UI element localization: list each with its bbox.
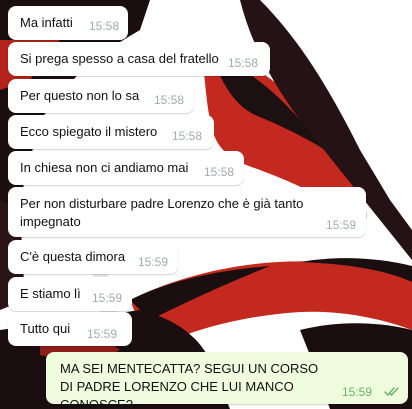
message-bubble[interactable]: Per non disturbare padre Lorenzo che è g… xyxy=(8,187,366,237)
message-list: Ma infatti 15:58 Si prega spesso a casa … xyxy=(0,0,412,409)
message-time: 15:59 xyxy=(342,385,373,399)
message-bubble[interactable]: Ma infatti 15:58 xyxy=(8,6,128,40)
message-time: 15:59 xyxy=(138,255,169,269)
message-text: C'è questa dimora xyxy=(20,249,126,264)
message-bubble[interactable]: Ecco spiegato il mistero 15:58 xyxy=(8,115,214,149)
double-check-icon xyxy=(384,387,399,396)
message-bubble[interactable]: C'è questa dimora 15:59 xyxy=(8,240,178,274)
message-time: 15:58 xyxy=(204,165,235,179)
message-bubble-outgoing[interactable]: MA SEI MENTECATTA? SEGUI UN CORSO DI PAD… xyxy=(46,352,408,409)
message-text: Per questo non lo sa xyxy=(20,88,140,103)
message-text: Tutto qui xyxy=(20,321,71,336)
message-text: Ecco spiegato il mistero xyxy=(20,124,158,139)
message-time: 15:59 xyxy=(326,218,357,232)
message-time: 15:58 xyxy=(89,19,120,33)
message-text: Si prega spesso a casa del fratello xyxy=(20,51,219,66)
message-time: 15:59 xyxy=(87,327,118,341)
message-bubble[interactable]: Si prega spesso a casa del fratello 15:5… xyxy=(8,42,270,76)
message-bubble[interactable]: In chiesa non ci andiamo mai 15:58 xyxy=(8,151,244,185)
message-time: 15:58 xyxy=(172,129,203,143)
message-bubble[interactable]: Tutto qui 15:59 xyxy=(8,312,132,346)
message-time: 15:58 xyxy=(154,93,185,107)
message-text: In chiesa non ci andiamo mai xyxy=(20,160,189,175)
message-bubble[interactable]: E stiamo lì 15:59 xyxy=(8,277,132,311)
message-time: 15:58 xyxy=(228,56,259,70)
message-text: MA SEI MENTECATTA? SEGUI UN CORSO DI PAD… xyxy=(60,361,319,409)
message-text: Ma infatti xyxy=(20,15,73,30)
message-bubble[interactable]: Per questo non lo sa 15:58 xyxy=(8,79,194,113)
message-text: Per non disturbare padre Lorenzo che è g… xyxy=(20,196,304,229)
message-time: 15:59 xyxy=(92,291,123,305)
message-text: E stiamo lì xyxy=(20,286,81,301)
